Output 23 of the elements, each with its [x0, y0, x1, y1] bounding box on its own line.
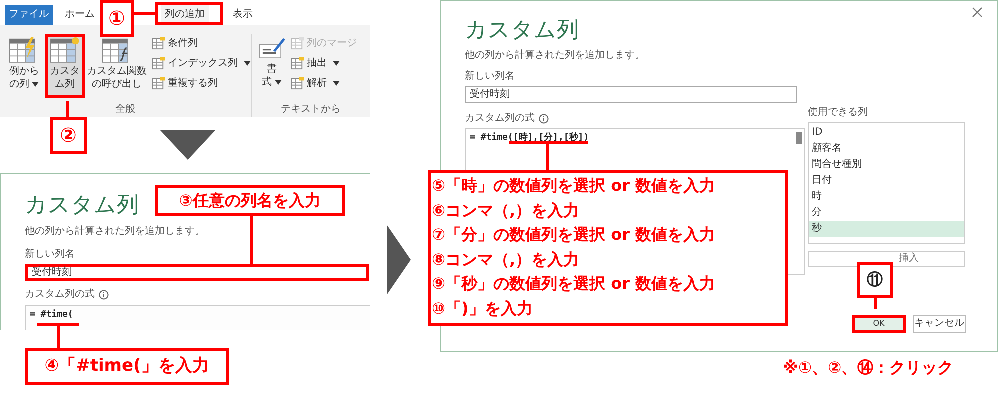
callout-label: ⑩「)」を入力: [432, 298, 533, 320]
field-label: 新しい列名: [25, 248, 75, 262]
field-label: カスタム列の式: [25, 288, 95, 302]
group-label: テキストから: [281, 103, 341, 117]
callout-label: ⑥コンマ（,）を入力: [432, 200, 580, 222]
dialog-description: 他の列から計算された列を追加します。: [465, 48, 645, 63]
callout-label: ⑧コンマ（,）を入力: [432, 248, 580, 270]
callout-label: ⑨「秒」の数値列を選択 or 数値を入力: [432, 273, 716, 295]
dialog-title: カスタム列: [25, 192, 139, 220]
field-label: 新しい列名: [465, 70, 515, 84]
dialog-title: カスタム列: [465, 17, 579, 45]
list-label: 使用できる列: [808, 106, 868, 120]
callout-label: ④「#time(」を入力: [25, 348, 229, 385]
note-text: ※①、②、⑭：クリック: [783, 357, 954, 379]
step-label: ⑪: [857, 262, 893, 298]
callout-label: ③任意の列名を入力: [155, 185, 345, 216]
callout-label: ⑦「分」の数値列を選択 or 数値を入力: [432, 224, 716, 246]
callout-label: ⑤「時」の数値列を選択 or 数値を入力: [432, 175, 716, 197]
step-label: ①: [100, 0, 134, 37]
step-label: ②: [50, 117, 87, 154]
field-label: カスタム列の式: [465, 112, 535, 126]
dialog-description: 他の列から計算された列を追加します。: [25, 224, 205, 239]
group-label: 全般: [116, 103, 136, 117]
